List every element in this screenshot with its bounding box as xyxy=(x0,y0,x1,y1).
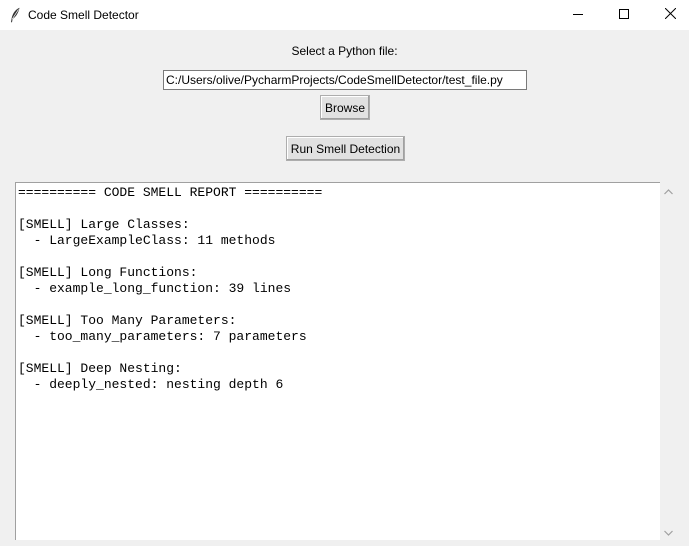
report-line: [SMELL] Large Classes: xyxy=(18,217,190,232)
title-bar[interactable]: Code Smell Detector xyxy=(0,0,689,30)
window-title: Code Smell Detector xyxy=(28,8,139,22)
minimize-button[interactable] xyxy=(555,0,601,30)
select-file-label: Select a Python file: xyxy=(291,44,398,58)
report-line: [SMELL] Too Many Parameters: xyxy=(18,313,237,328)
report-line: - too_many_parameters: 7 parameters xyxy=(18,329,307,344)
app-window: Code Smell Detector Select a Python file… xyxy=(0,0,689,546)
report-line: [SMELL] Long Functions: xyxy=(18,265,198,280)
browse-button[interactable]: Browse xyxy=(320,95,370,120)
report-line: ========== CODE SMELL REPORT ========== xyxy=(18,185,323,200)
feather-icon xyxy=(9,7,21,23)
maximize-button[interactable] xyxy=(601,0,647,30)
scroll-down-button[interactable] xyxy=(660,523,677,540)
report-line: [SMELL] Deep Nesting: xyxy=(18,361,182,376)
report-text-area[interactable]: ========== CODE SMELL REPORT ========== … xyxy=(15,182,660,540)
scroll-up-arrow-icon xyxy=(664,182,673,200)
scroll-down-arrow-icon xyxy=(664,523,673,541)
file-path-input[interactable] xyxy=(163,70,527,90)
run-smell-detection-button[interactable]: Run Smell Detection xyxy=(286,136,405,161)
report-line: - deeply_nested: nesting depth 6 xyxy=(18,377,284,392)
report-line: - LargeExampleClass: 11 methods xyxy=(18,233,276,248)
report-content: ========== CODE SMELL REPORT ========== … xyxy=(16,183,660,393)
report-scrollbar[interactable] xyxy=(660,182,677,540)
maximize-icon xyxy=(619,6,629,24)
close-button[interactable] xyxy=(647,0,689,30)
close-icon xyxy=(664,6,676,24)
minimize-icon xyxy=(573,6,583,24)
scroll-up-button[interactable] xyxy=(660,182,677,199)
report-line: - example_long_function: 39 lines xyxy=(18,281,292,296)
